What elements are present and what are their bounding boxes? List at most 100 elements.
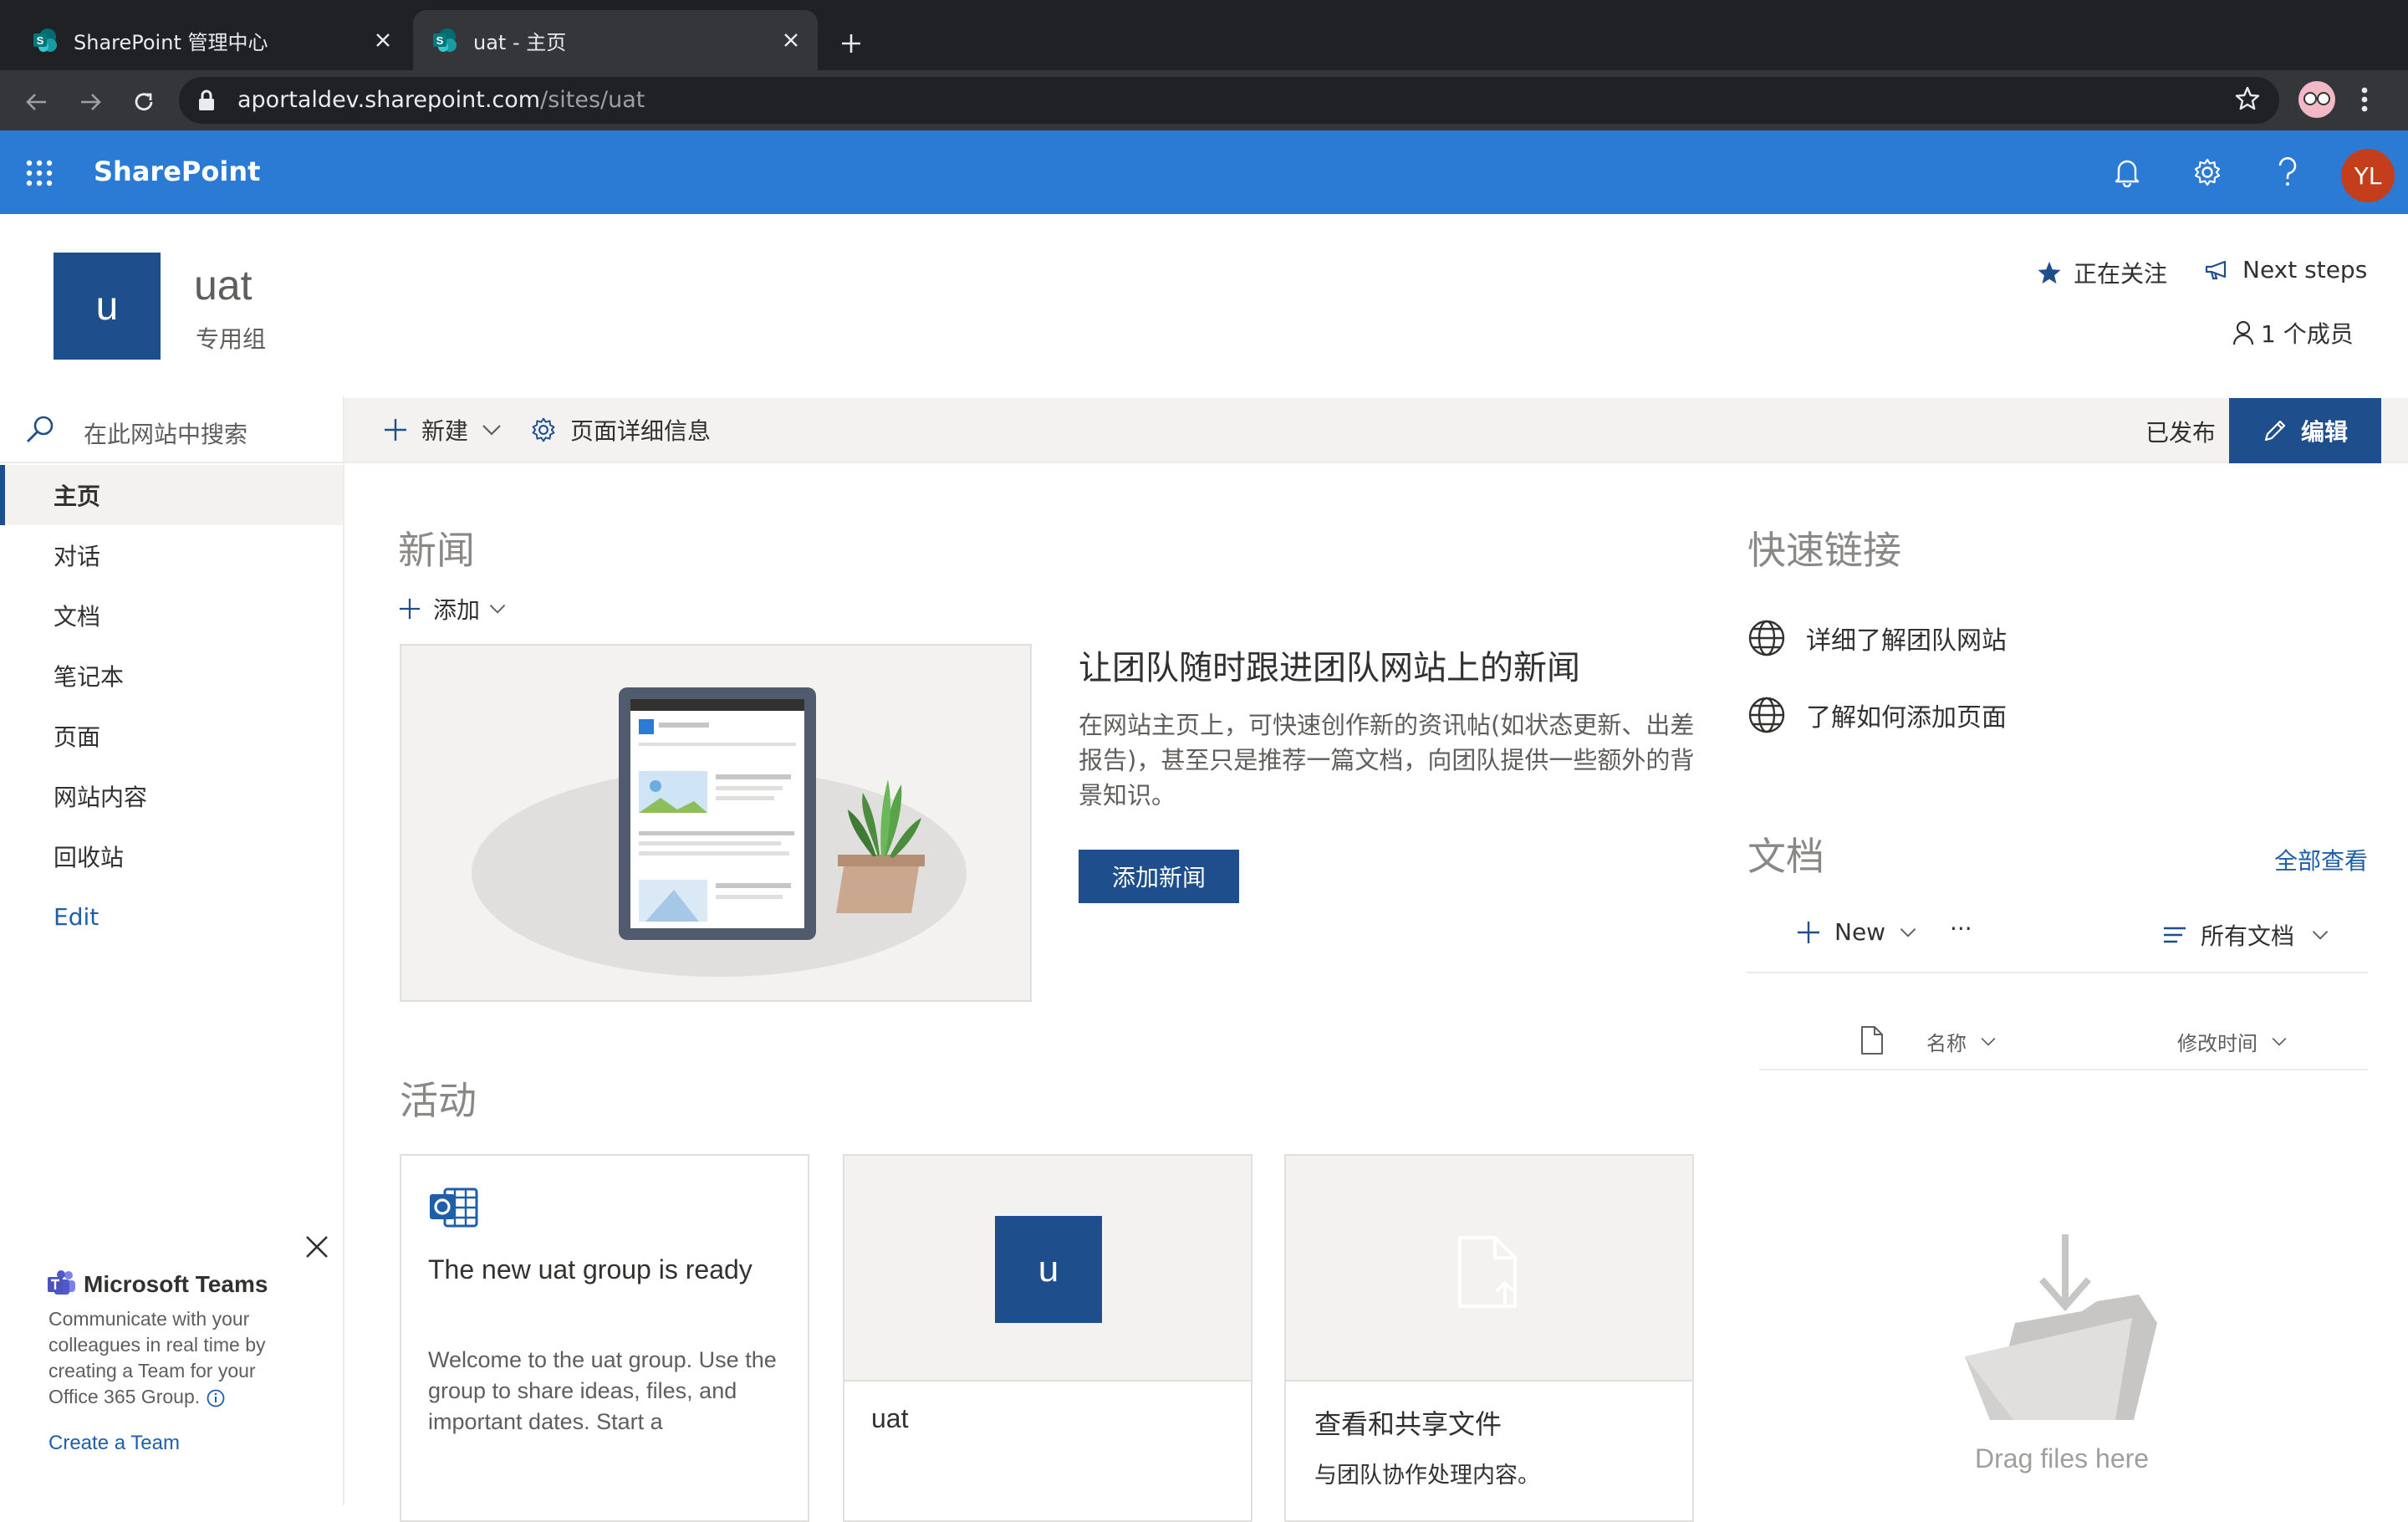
nav-item-conversations[interactable]: 对话 [0,525,343,585]
edit-label: 编辑 [2300,418,2348,446]
activity-card-files[interactable]: 查看和共享文件 与团队协作处理内容。 [1284,1154,1694,1522]
activity-card-site[interactable]: u uat [843,1154,1252,1522]
activity-card-group-ready[interactable]: The new uat group is ready Welcome to th… [400,1154,809,1522]
site-logo[interactable]: u [54,253,161,360]
forward-arrow-icon[interactable] [72,84,109,120]
bookmark-star-icon[interactable] [2234,85,2261,112]
search-icon [25,415,55,445]
nav-item-pages[interactable]: 页面 [0,706,343,766]
page-details-label: 页面详细信息 [570,417,712,445]
quicklink-label: 详细了解团队网站 [1806,626,2007,656]
quicklink-team-site[interactable]: 详细了解团队网站 [1747,619,2007,657]
megaphone-icon [2204,259,2231,281]
chevron-down-icon [488,604,507,614]
edit-page-button[interactable]: 编辑 [2229,398,2381,463]
browser-menu-icon[interactable] [2360,85,2370,114]
chevron-down-icon [482,424,502,436]
reload-icon[interactable] [125,84,162,120]
site-subtitle: 专用组 [196,325,267,353]
members-label: 1 个成员 [2261,320,2354,348]
bell-icon[interactable] [2107,152,2147,192]
members-button[interactable]: 1 个成员 [2232,316,2354,350]
app-launcher-icon[interactable] [25,159,54,187]
nav-edit-link[interactable]: Edit [0,886,343,947]
quicklink-add-page[interactable]: 了解如何添加页面 [1747,696,2007,734]
activity-section-title: 活动 [400,1078,477,1123]
gear-icon[interactable] [2187,152,2227,192]
nav-item-notebook[interactable]: 笔记本 [0,646,343,706]
close-icon[interactable] [774,23,808,57]
chevron-down-icon [2311,930,2329,940]
more-options-button[interactable]: ··· [1950,915,1972,942]
drag-files-text: Drag files here [1975,1443,2150,1473]
url-path: /sites/uat [540,87,645,113]
add-label: 添加 [433,596,481,624]
follow-label: 正在关注 [2074,260,2168,288]
close-icon[interactable] [304,1234,329,1259]
next-steps-label: Next steps [2242,256,2368,283]
file-upload-icon [1457,1234,1525,1310]
nav-item-home[interactable]: 主页 [0,465,343,525]
see-all-link[interactable]: 全部查看 [2274,843,2368,876]
new-menu-button[interactable]: 新建 [383,413,502,447]
site-title[interactable]: uat [194,261,253,309]
file-type-icon[interactable] [1860,1025,1885,1055]
chevron-down-icon [1980,1037,1997,1046]
nav-item-documents[interactable]: 文档 [0,585,343,646]
svg-text:S: S [37,34,44,47]
browser-tab-uat-home[interactable]: S uat - 主页 [413,10,818,70]
next-steps-button[interactable]: Next steps [2204,256,2367,283]
name-column-header[interactable]: 名称 [1926,1027,1997,1056]
add-news-button[interactable]: 添加新闻 [1079,850,1239,903]
help-icon[interactable] [2268,152,2308,192]
column-label: 名称 [1926,1032,1967,1055]
create-team-link[interactable]: Create a Team [48,1432,180,1455]
teams-icon [47,1269,77,1298]
plus-icon [383,417,408,442]
site-logo-thumbnail: u [995,1216,1102,1323]
quicklinks-section-title: 快速链接 [1747,528,1901,573]
back-arrow-icon[interactable] [18,84,55,120]
documents-new-button[interactable]: New [1796,918,1917,946]
tab-title: SharePoint 管理中心 [74,30,268,54]
sharepoint-brand[interactable]: SharePoint [94,156,260,187]
card-body: Welcome to the uat group. Use the group … [428,1347,777,1434]
card-title: uat [871,1403,909,1433]
drop-folder-illustration [1956,1231,2157,1423]
teams-promo-body: Communicate with your colleagues in real… [48,1308,266,1407]
column-label: 修改时间 [2177,1032,2258,1055]
tab-title: uat - 主页 [473,30,567,54]
modified-column-header[interactable]: 修改时间 [2177,1027,2288,1056]
new-label: 新建 [421,417,469,445]
close-icon[interactable] [366,23,400,57]
add-news-menu[interactable]: 添加 [398,592,507,626]
quicklink-label: 了解如何添加页面 [1806,703,2007,733]
sharepoint-favicon: S [431,27,458,54]
globe-icon [1747,696,1786,734]
list-view-icon [2162,926,2187,944]
documents-section-title: 文档 [1747,834,1824,879]
nav-item-recycle-bin[interactable]: 回收站 [0,826,343,886]
info-icon[interactable] [207,1389,225,1407]
new-tab-button[interactable] [833,25,870,62]
plus-icon [398,597,421,621]
page-details-button[interactable]: 页面详细信息 [530,413,711,447]
follow-button[interactable]: 正在关注 [2037,256,2167,289]
view-label: 所有文档 [2201,922,2295,950]
view-switcher[interactable]: 所有文档 [2162,918,2329,952]
site-search-box[interactable]: 在此网站中搜索 [0,398,344,463]
url-text[interactable]: aportaldev.sharepoint.com/sites/uat [237,87,645,113]
teams-promo-title: Microsoft Teams [84,1271,268,1297]
user-avatar[interactable]: YL [2341,149,2395,202]
published-status: 已发布 [2145,419,2217,447]
profile-avatar-icon[interactable] [2298,80,2336,119]
lock-icon [197,89,216,112]
nav-item-site-contents[interactable]: 网站内容 [0,766,343,826]
browser-tab-sharepoint-admin[interactable]: S SharePoint 管理中心 [13,10,410,70]
pencil-icon [2263,418,2288,443]
new-label: New [1834,918,1886,946]
plus-icon [1796,920,1821,945]
news-headline: 让团队随时跟进团队网站上的新闻 [1079,649,1580,687]
sharepoint-favicon: S [32,27,59,54]
news-illustration [400,644,1032,1002]
